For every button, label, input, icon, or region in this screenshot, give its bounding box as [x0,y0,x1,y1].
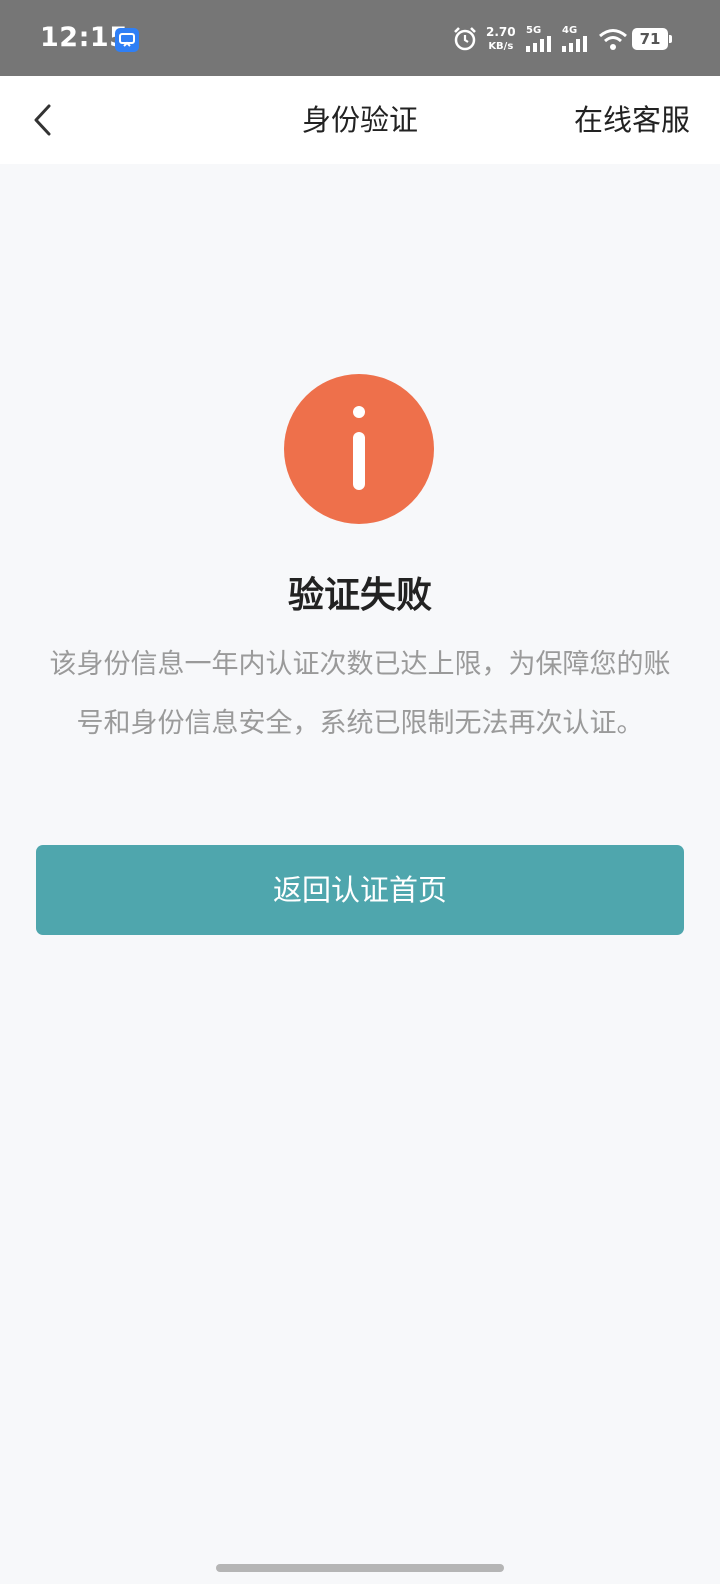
nav-bar: 身份验证 在线客服 [0,76,720,164]
network-speed: 2.70 KB/s [486,26,516,53]
chevron-left-icon [34,104,51,136]
wifi-icon [598,27,628,55]
home-indicator[interactable] [216,1564,504,1572]
notification-app-icon [115,28,139,52]
signal-4g-label: 4G [562,25,578,36]
status-bar: 12:15 2.70 KB/s 5G 4G 71 [0,0,720,76]
online-service-link[interactable]: 在线客服 [574,76,690,164]
result-title: 验证失败 [287,575,432,616]
network-speed-value: 2.70 [486,25,516,39]
back-button[interactable] [22,98,66,142]
signal-bars-icon [526,36,551,52]
info-icon [284,374,434,524]
signal-bars-icon [562,36,587,52]
network-speed-unit: KB/s [488,41,514,52]
return-to-verification-home-button[interactable]: 返回认证首页 [36,845,684,935]
battery-indicator: 71 [632,28,672,50]
result-description: 该身份信息一年内认证次数已达上限，为保障您的账号和身份信息安全，系统已限制无法再… [49,649,671,739]
alarm-icon [452,26,478,56]
signal-5g-label: 5G [526,25,542,36]
